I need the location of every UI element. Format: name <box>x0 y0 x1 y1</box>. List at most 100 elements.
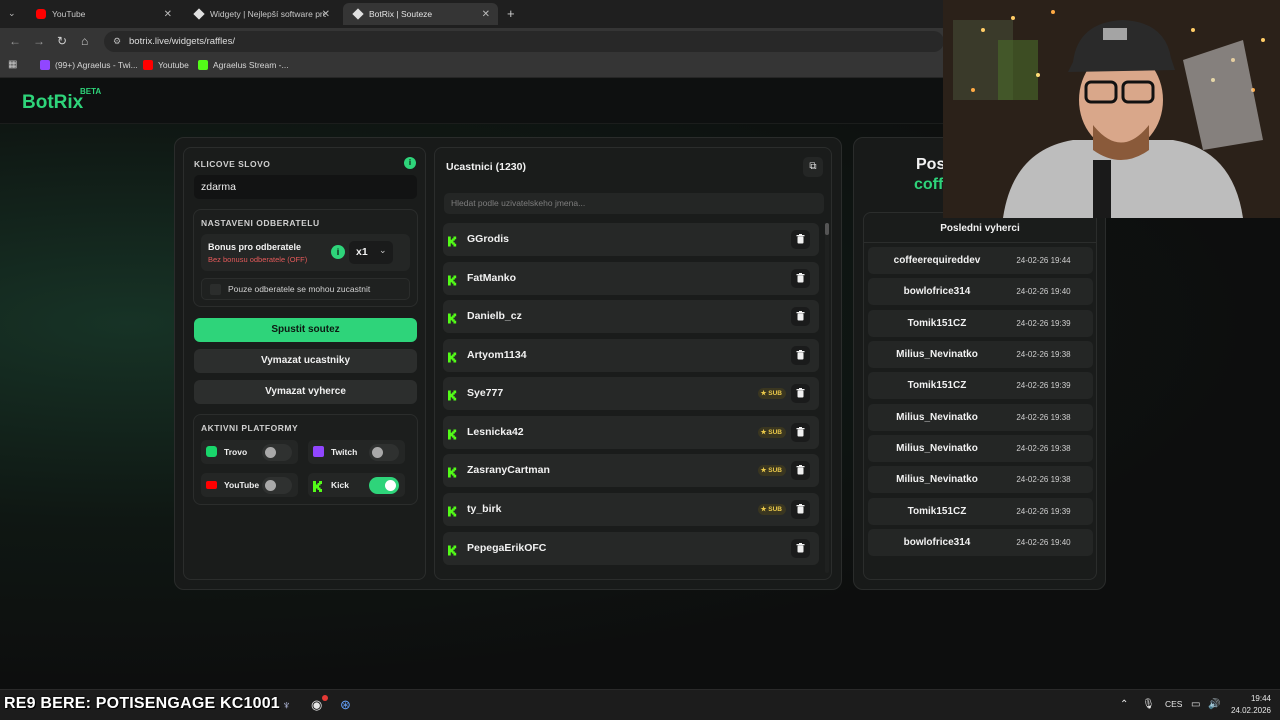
participant-row: ZasranyCartman ★ SUB <box>443 454 819 487</box>
clock-date[interactable]: 24.02.2026 <box>1225 706 1271 715</box>
trash-icon <box>796 350 805 360</box>
delete-participant-button[interactable] <box>791 230 810 249</box>
url-input[interactable]: ⚙ botrix.live/widgets/raffles/ <box>104 31 944 52</box>
copy-icon[interactable]: ⧉ <box>803 157 823 177</box>
delete-participant-button[interactable] <box>791 500 810 519</box>
winner-name: coffeerequireddev <box>893 255 981 266</box>
kick-icon <box>448 543 458 556</box>
kick-icon <box>448 427 458 440</box>
keyword-value: zdarma <box>201 181 237 193</box>
winner-name: Milius_Nevinatko <box>896 412 978 423</box>
bookmark-kick[interactable]: Agraelus Stream -... <box>198 60 289 70</box>
home-icon[interactable]: ⌂ <box>81 34 88 48</box>
subs-only-checkbox[interactable] <box>210 284 221 295</box>
winner-date: 24-02-26 19:39 <box>1016 319 1071 328</box>
tab-botrix-souteze[interactable]: BotRix | Souteze ✕ <box>343 3 498 25</box>
delete-participant-button[interactable] <box>791 423 810 442</box>
delete-participant-button[interactable] <box>791 384 810 403</box>
tab-youtube[interactable]: YouTube ✕ <box>26 3 180 25</box>
youtube-icon <box>36 9 46 19</box>
kick-toggle[interactable] <box>369 477 399 494</box>
trash-icon <box>796 388 805 398</box>
delete-participant-button[interactable] <box>791 269 810 288</box>
participants-title: Ucastnici (1230) <box>446 161 526 173</box>
tab-search-icon[interactable]: ⌄ <box>8 8 16 19</box>
winner-name: Tomik151CZ <box>907 318 967 329</box>
delete-participant-button[interactable] <box>791 539 810 558</box>
delete-participant-button[interactable] <box>791 346 810 365</box>
app-icon[interactable]: ♆ <box>282 698 291 712</box>
tab-widgety[interactable]: Widgety | Nejlepší software pro ✕ <box>184 3 338 25</box>
star-icon: ★ <box>760 429 767 436</box>
kick-icon <box>448 311 458 324</box>
subs-only-option[interactable]: Pouze odberatele se mohou zucastnit <box>201 278 410 300</box>
bookmark-youtube[interactable]: Youtube <box>143 60 189 70</box>
participant-row: PepegaErikOFC <box>443 532 819 565</box>
winner-row: Tomik151CZ 24-02-26 19:39 <box>868 310 1093 337</box>
participant-name: Artyom1134 <box>467 349 527 361</box>
winner-row: Milius_Nevinatko 24-02-26 19:38 <box>868 435 1093 462</box>
forward-icon[interactable]: → <box>33 34 45 48</box>
multiplier-select[interactable]: x1 ⌄ <box>349 241 393 264</box>
close-icon[interactable]: ✕ <box>482 9 490 20</box>
winner-name: Tomik151CZ <box>907 506 967 517</box>
language-indicator[interactable]: CES <box>1165 699 1182 709</box>
apps-icon[interactable]: ▦ <box>8 59 17 70</box>
sub-badge: ★ SUB <box>757 465 786 476</box>
chevron-up-icon[interactable]: ⌃ <box>1120 699 1128 710</box>
kick-icon <box>198 60 208 70</box>
youtube-icon <box>143 60 153 70</box>
twitch-icon <box>313 446 324 457</box>
winner-date: 24-02-26 19:38 <box>1016 444 1071 453</box>
participant-name: FatManko <box>467 272 517 284</box>
obs-icon[interactable]: ◉ <box>311 697 322 713</box>
network-icon[interactable]: ▭ <box>1191 699 1200 710</box>
new-tab-button[interactable]: + <box>507 6 515 21</box>
info-icon[interactable]: i <box>331 245 345 259</box>
start-raffle-button[interactable]: Spustit soutez <box>194 318 417 342</box>
winner-name: Milius_Nevinatko <box>896 349 978 360</box>
back-icon[interactable]: ← <box>9 34 21 48</box>
delete-participant-button[interactable] <box>791 307 810 326</box>
clear-participants-button[interactable]: Vymazat ucastniky <box>194 349 417 373</box>
webcam-image <box>943 0 1280 218</box>
youtube-toggle[interactable] <box>262 477 292 494</box>
winner-row: Milius_Nevinatko 24-02-26 19:38 <box>868 341 1093 368</box>
winner-date: 24-02-26 19:38 <box>1016 413 1071 422</box>
platform-label: Twitch <box>331 447 358 457</box>
clear-winners-button[interactable]: Vymazat vyherce <box>194 380 417 404</box>
sub-badge-label: SUB <box>768 390 782 397</box>
botrix-logo[interactable]: BotRix <box>22 92 83 114</box>
winner-row: Tomik151CZ 24-02-26 19:39 <box>868 372 1093 399</box>
participant-row: Sye777 ★ SUB <box>443 377 819 410</box>
info-icon[interactable]: i <box>404 157 416 169</box>
bookmark-twitch[interactable]: (99+) Agraelus - Twi... <box>40 60 138 70</box>
kick-icon <box>448 350 458 363</box>
close-icon[interactable]: ✕ <box>164 9 172 20</box>
bonus-status: Bez bonusu odberatele (OFF) <box>208 255 308 264</box>
volume-icon[interactable]: 🔊 <box>1208 699 1220 710</box>
winner-date: 24-02-26 19:44 <box>1016 256 1071 265</box>
microphone-icon[interactable]: 🎙 <box>1142 699 1155 710</box>
bonus-card: Bonus pro odberatele Bez bonusu odberate… <box>201 234 410 271</box>
close-icon[interactable]: ✕ <box>322 9 330 20</box>
reload-icon[interactable]: ↻ <box>57 34 67 48</box>
star-icon: ★ <box>760 506 767 513</box>
platform-trovo: Trovo <box>201 440 298 464</box>
botrix-icon <box>193 8 205 20</box>
bookmark-label: (99+) Agraelus - Twi... <box>55 60 138 70</box>
delete-participant-button[interactable] <box>791 461 810 480</box>
clock-time[interactable]: 19:44 <box>1231 694 1271 703</box>
notification-dot <box>322 695 328 701</box>
tab-label: YouTube <box>52 9 86 19</box>
tab-label: Widgety | Nejlepší software pro <box>210 9 326 19</box>
twitch-toggle[interactable] <box>369 444 399 461</box>
subs-only-label: Pouze odberatele se mohou zucastnit <box>228 284 371 294</box>
steam-icon[interactable]: ⊛ <box>340 697 351 713</box>
winner-date: 24-02-26 19:39 <box>1016 507 1071 516</box>
site-info-icon[interactable]: ⚙ <box>113 31 121 52</box>
scrollbar[interactable] <box>825 223 829 573</box>
participant-search-input[interactable]: Hledat podle uzivatelskeho jmena... <box>444 193 824 214</box>
keyword-input[interactable]: zdarma <box>194 175 417 199</box>
trovo-toggle[interactable] <box>262 444 292 461</box>
